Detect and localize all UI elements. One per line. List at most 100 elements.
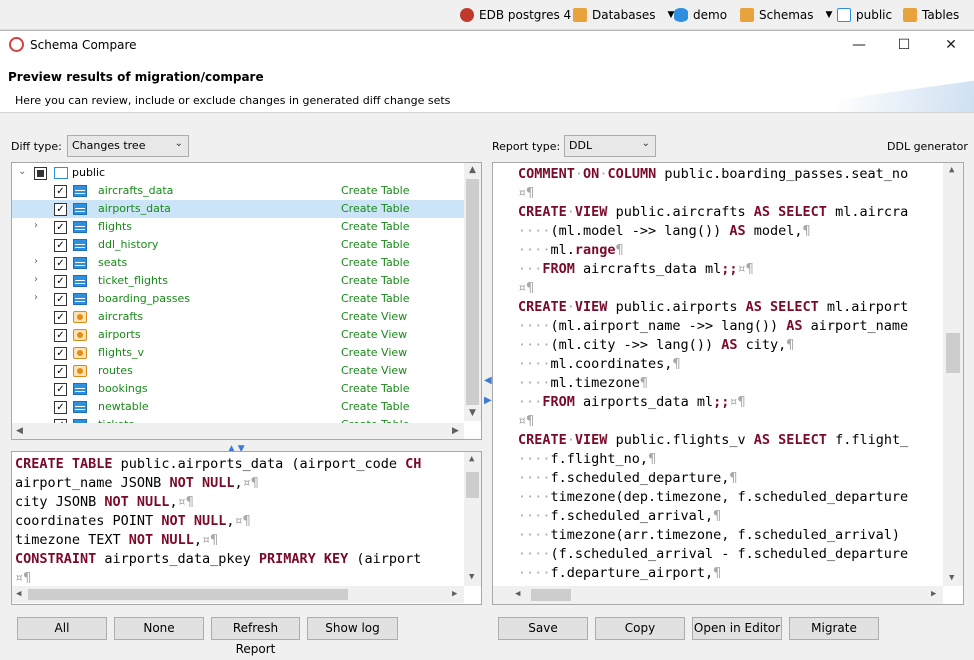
- tree-item[interactable]: › ✓ flights Create Table: [12, 218, 464, 236]
- tree-item[interactable]: › ✓ boarding_passes Create Table: [12, 290, 464, 308]
- select-none-button[interactable]: None: [114, 617, 204, 640]
- scrollbar-thumb[interactable]: [466, 179, 479, 405]
- include-checkbox[interactable]: ✓: [54, 293, 67, 306]
- maximize-button[interactable]: ☐: [881, 31, 927, 59]
- horizontal-splitter-icon[interactable]: ◀ ▶: [484, 371, 492, 411]
- changes-tree[interactable]: ⌄ public ✓ aircrafts_data Create Table ✓ air…: [11, 162, 482, 440]
- code-token: VIEW: [574, 299, 608, 315]
- code-token: ¶: [713, 565, 722, 581]
- minimize-button[interactable]: —: [836, 31, 882, 59]
- include-checkbox[interactable]: ✓: [54, 257, 67, 270]
- code-line: ····ml.range¶: [518, 241, 624, 260]
- refresh-report-button[interactable]: Refresh Report: [211, 617, 300, 656]
- root-label: public: [72, 166, 106, 179]
- include-checkbox[interactable]: ✓: [54, 365, 67, 378]
- code-token: airports_data_pkey: [96, 551, 259, 567]
- expand-icon[interactable]: ›: [34, 274, 44, 285]
- table-icon: [73, 203, 87, 215]
- include-checkbox[interactable]: ✓: [54, 347, 67, 360]
- include-checkbox[interactable]: ✓: [54, 203, 67, 216]
- tree-root-public[interactable]: ⌄ public: [12, 164, 464, 182]
- collapse-icon[interactable]: ⌄: [18, 166, 28, 177]
- scrollbar-thumb[interactable]: [466, 472, 479, 498]
- code-token: ¶: [615, 242, 624, 258]
- tree-horizontal-scrollbar[interactable]: ◀ ▶: [12, 423, 464, 439]
- schema-crumb[interactable]: public: [837, 6, 892, 24]
- scrollbar-thumb[interactable]: [28, 589, 348, 600]
- root-checkbox[interactable]: [34, 167, 47, 180]
- copy-button[interactable]: Copy: [595, 617, 685, 640]
- include-checkbox[interactable]: ✓: [54, 275, 67, 288]
- expand-icon[interactable]: ›: [34, 256, 44, 267]
- chevron-down-icon[interactable]: ▼: [826, 10, 833, 20]
- code-token: VIEW: [574, 432, 608, 448]
- migrate-button[interactable]: Migrate: [789, 617, 879, 640]
- tree-item[interactable]: ✓ aircrafts Create View: [12, 308, 464, 326]
- code-token: CREATE: [518, 299, 567, 315]
- code-token: ¤¶: [15, 570, 32, 586]
- scrollbar-thumb[interactable]: [946, 333, 960, 373]
- report-type-label: Report type:: [492, 140, 561, 153]
- save-button[interactable]: Save: [498, 617, 588, 640]
- select-all-button[interactable]: All: [17, 617, 107, 640]
- app-icon: [9, 37, 24, 52]
- open-in-editor-button[interactable]: Open in Editor: [692, 617, 782, 640]
- tree-item-name: aircrafts: [98, 310, 144, 323]
- include-checkbox[interactable]: ✓: [54, 185, 67, 198]
- diff-type-select[interactable]: Changes tree ⌄: [67, 135, 189, 157]
- tree-item[interactable]: ✓ ddl_history Create Table: [12, 236, 464, 254]
- code-token: public.aircrafts: [607, 204, 754, 220]
- databases-label: Databases: [592, 8, 656, 22]
- code-token: ····: [518, 470, 551, 486]
- include-checkbox[interactable]: ✓: [54, 239, 67, 252]
- include-checkbox[interactable]: ✓: [54, 329, 67, 342]
- code-token: ····: [518, 546, 551, 562]
- databases-crumb[interactable]: Databases ▼: [573, 6, 674, 24]
- tree-item[interactable]: › ✓ ticket_flights Create Table: [12, 272, 464, 290]
- close-button[interactable]: ✕: [928, 31, 974, 59]
- code-token: NOT NULL: [161, 513, 227, 529]
- include-checkbox[interactable]: ✓: [54, 311, 67, 324]
- schema-compare-dialog: Schema Compare — ☐ ✕ Preview results of …: [0, 30, 974, 656]
- report-preview[interactable]: COMMENT·ON·COLUMN public.boarding_passes…: [492, 162, 964, 605]
- expand-icon[interactable]: ›: [34, 292, 44, 303]
- tree-item-name: ddl_history: [98, 238, 159, 251]
- code-token: AS: [753, 432, 771, 448]
- expand-icon[interactable]: ›: [34, 220, 44, 231]
- tree-item[interactable]: › ✓ seats Create Table: [12, 254, 464, 272]
- include-checkbox[interactable]: ✓: [54, 221, 67, 234]
- tree-vertical-scrollbar[interactable]: ▲ ▼: [464, 163, 481, 421]
- connection-crumb[interactable]: EDB postgres 4: [460, 6, 571, 24]
- code-token: ¤¶: [518, 413, 535, 429]
- ddl-vertical-scrollbar[interactable]: ▲ ▼: [464, 452, 481, 586]
- tree-item-name: aircrafts_data: [98, 184, 174, 197]
- tree-item[interactable]: ✓ airports Create View: [12, 326, 464, 344]
- tree-item[interactable]: ✓ routes Create View: [12, 362, 464, 380]
- report-vertical-scrollbar[interactable]: ▲ ▼: [943, 163, 963, 586]
- chevron-down-icon: ⌄: [174, 138, 183, 149]
- code-line: CONSTRAINT airports_data_pkey PRIMARY KE…: [15, 550, 421, 569]
- code-token: ···: [518, 394, 543, 410]
- include-checkbox[interactable]: ✓: [54, 383, 67, 396]
- ddl-preview[interactable]: CREATE TABLE public.airports_data (airpo…: [11, 451, 482, 605]
- schemas-crumb[interactable]: Schemas ▼: [740, 6, 832, 24]
- folder-icon: [740, 8, 754, 22]
- page-subtitle: Here you can review, include or exclude …: [15, 94, 451, 107]
- code-line: ····ml.timezone¶: [518, 374, 648, 393]
- tree-item[interactable]: ✓ newtable Create Table: [12, 398, 464, 416]
- tree-item[interactable]: ✓ flights_v Create View: [12, 344, 464, 362]
- scrollbar-thumb[interactable]: [531, 589, 571, 601]
- code-line: ····f.scheduled_arrival,¶: [518, 507, 721, 526]
- tree-item[interactable]: ✓ aircrafts_data Create Table: [12, 182, 464, 200]
- show-log-button[interactable]: Show log: [307, 617, 398, 640]
- tables-crumb[interactable]: Tables: [903, 6, 959, 24]
- database-crumb[interactable]: demo: [674, 6, 727, 24]
- report-type-select[interactable]: DDL ⌄: [564, 135, 656, 157]
- schemas-label: Schemas: [759, 8, 814, 22]
- include-checkbox[interactable]: ✓: [54, 401, 67, 414]
- tree-item[interactable]: ✓ bookings Create Table: [12, 380, 464, 398]
- tree-item[interactable]: ✓ airports_data Create Table: [12, 200, 464, 218]
- ddl-horizontal-scrollbar[interactable]: ◀ ▶: [12, 586, 464, 603]
- report-horizontal-scrollbar[interactable]: ◀ ▶: [493, 586, 943, 604]
